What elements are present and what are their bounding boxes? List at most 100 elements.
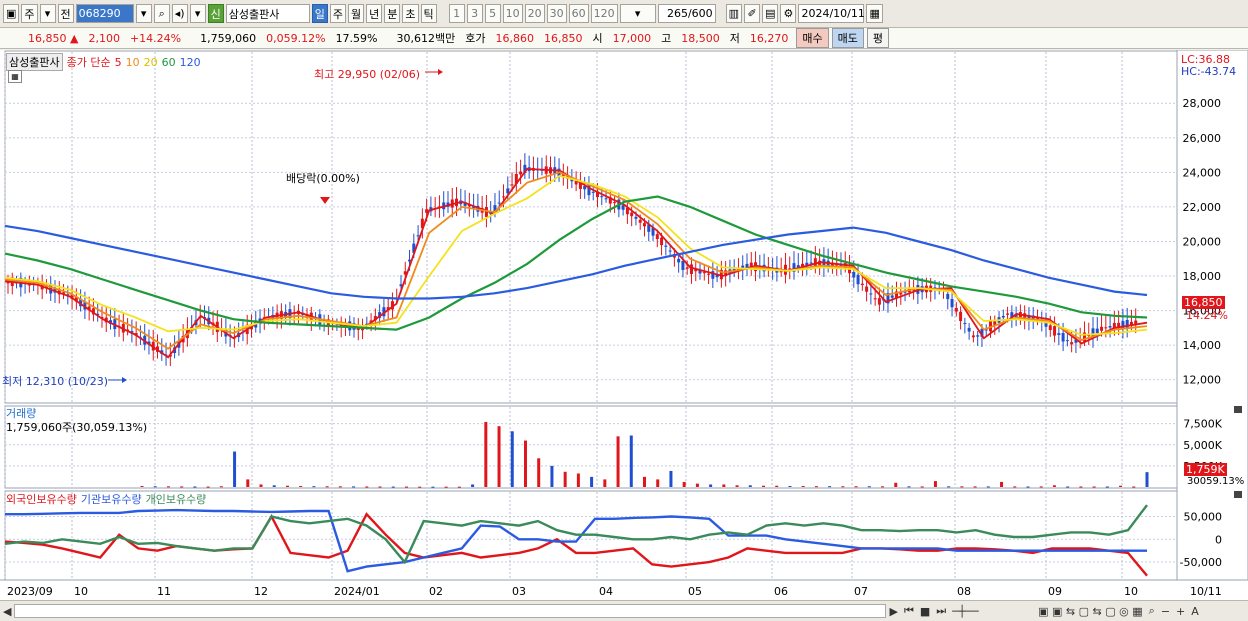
current-price: 16,850 ▲ — [28, 31, 79, 45]
window-icon[interactable]: ▣ — [3, 4, 20, 23]
date-field[interactable]: 2024/10/11 — [798, 4, 865, 23]
legend-institution[interactable]: 기관보유수량 — [81, 491, 142, 507]
table-icon[interactable]: ▦ — [8, 70, 22, 83]
volume-bar — [907, 486, 911, 488]
interval-20[interactable]: 20 — [524, 4, 545, 23]
scroll-right-icon[interactable]: ▶ — [886, 605, 900, 618]
candle-body — [681, 260, 685, 270]
legend-individual[interactable]: 개인보유수량 — [146, 491, 207, 507]
code-dropdown-icon[interactable]: ▾ — [135, 4, 152, 23]
candle-body — [591, 191, 595, 193]
chart-area[interactable]: 2023/09 10 11 12 2024/01 02 03 04 05 06 07 08 09 10 10… — [0, 50, 1248, 600]
interval-60[interactable]: 60 — [568, 4, 589, 23]
speaker-icon[interactable]: ◂) — [171, 4, 188, 23]
prev-button[interactable]: 전 — [57, 4, 74, 23]
stop-icon[interactable]: ■ — [917, 605, 933, 618]
price-panel-frame — [4, 50, 1178, 404]
candle-body — [971, 335, 975, 338]
legend-prefix: 종가 단순 — [66, 56, 111, 69]
data-count-field[interactable]: 265/600 — [657, 4, 716, 23]
interval-30[interactable]: 30 — [546, 4, 567, 23]
x-tick-label: 12 — [254, 585, 268, 598]
volume-bar — [616, 436, 620, 487]
volume-bar — [576, 473, 580, 487]
low-annotation: 최저 12,310 (10/23) — [2, 375, 109, 388]
evaluate-button[interactable]: 평 — [866, 28, 889, 48]
period-minute[interactable]: 분 — [384, 4, 401, 23]
interval-1[interactable]: 1 — [448, 4, 465, 23]
high-annotation: 최고 29,950 (02/06) — [314, 68, 421, 81]
interval-5[interactable]: 5 — [484, 4, 501, 23]
stock-code-input[interactable]: 068290 — [75, 4, 134, 23]
zoom-in-icon[interactable]: + — [1173, 605, 1188, 618]
legend-ma60[interactable]: 60 — [162, 56, 176, 69]
x-tick-label: 2023/09 — [7, 585, 53, 598]
chevron-down-icon[interactable]: ▾ — [189, 4, 206, 23]
candle-body — [416, 235, 420, 237]
interval-120[interactable]: 120 — [590, 4, 618, 23]
candle-body — [600, 196, 604, 198]
period-month[interactable]: 월 — [348, 4, 365, 23]
legend-ma5[interactable]: 5 — [115, 56, 122, 69]
volume-bar — [947, 486, 951, 488]
x-tick-label: 06 — [774, 585, 788, 598]
font-size-icon[interactable]: A — [1188, 605, 1202, 618]
calendar-icon[interactable]: ▦ — [866, 4, 883, 23]
volume-bar — [933, 481, 937, 487]
volume-bar — [1039, 486, 1043, 488]
chevron-down-icon[interactable]: ▾ — [39, 4, 56, 23]
gear-icon[interactable]: ⚙ — [780, 4, 797, 23]
draw-tool-icon[interactable]: ✐ — [744, 4, 761, 23]
candle-body — [1108, 326, 1112, 328]
chart-type-icon[interactable]: ▥ — [725, 4, 743, 23]
candle-body — [1048, 325, 1052, 331]
volume-bar — [709, 484, 713, 487]
zoom-out-icon[interactable]: − — [1158, 605, 1173, 618]
trade-amount: 30,612백만 — [396, 32, 456, 45]
volume-bar — [497, 426, 501, 487]
price-tick-label: 20,000 — [1183, 235, 1222, 248]
mode-select[interactable]: 주 — [21, 4, 38, 23]
volume-bar — [973, 486, 977, 488]
period-week[interactable]: 주 — [329, 4, 347, 23]
period-day[interactable]: 일 — [311, 4, 328, 23]
price-tick-label: 28,000 — [1183, 97, 1222, 110]
last-icon[interactable]: ⏭ — [933, 604, 949, 618]
chart-canvas[interactable]: 2023/09 10 11 12 2024/01 02 03 04 05 06 07 08 09 10 10… — [0, 50, 1248, 600]
period-second[interactable]: 초 — [402, 4, 419, 23]
volume-bar — [735, 485, 739, 487]
price-tick-label: 24,000 — [1183, 166, 1222, 179]
period-year[interactable]: 년 — [366, 4, 383, 23]
candle-body — [1001, 315, 1005, 318]
period-tick[interactable]: 틱 — [420, 4, 437, 23]
candle-body — [1061, 333, 1065, 342]
holdings-tick-label: 0 — [1215, 533, 1222, 546]
tool-icons[interactable]: ▣ ▣ ⇆ ▢ ⇆ ▢ ◎ ▦ — [1035, 605, 1145, 618]
volume-bar — [1013, 486, 1017, 488]
legend-foreign[interactable]: 외국인보유수량 — [6, 491, 77, 507]
volume-bar — [1132, 486, 1136, 488]
price-tick-label: 14,000 — [1183, 339, 1222, 352]
search-icon[interactable]: ⌕ — [153, 4, 170, 23]
legend-ma120[interactable]: 120 — [180, 56, 201, 69]
buy-button[interactable]: 매수 — [796, 28, 829, 48]
x-tick-label: 04 — [599, 585, 613, 598]
sell-button[interactable]: 매도 — [831, 28, 864, 48]
volume-bar — [986, 486, 990, 488]
volume-bar — [365, 486, 369, 488]
interval-3[interactable]: 3 — [466, 4, 483, 23]
legend-ma10[interactable]: 10 — [126, 56, 140, 69]
price-change: 2,100 — [88, 31, 120, 45]
zoom-icon[interactable]: ⌕ — [1146, 604, 1158, 618]
interval-dropdown[interactable]: ▾ — [619, 4, 656, 23]
interval-10[interactable]: 10 — [502, 4, 523, 23]
volume-bar — [828, 486, 832, 488]
scroll-left-icon[interactable]: ◀ — [0, 605, 14, 618]
save-icon[interactable]: ▤ — [762, 4, 779, 23]
horizontal-scrollbar[interactable] — [14, 604, 887, 618]
volume-bar — [457, 486, 461, 488]
zoom-slider[interactable]: ─┼── — [949, 605, 1035, 618]
first-icon[interactable]: ⏮ — [901, 604, 917, 618]
legend-ma20[interactable]: 20 — [144, 56, 158, 69]
hc-label: HC:-43.74 — [1181, 65, 1237, 78]
